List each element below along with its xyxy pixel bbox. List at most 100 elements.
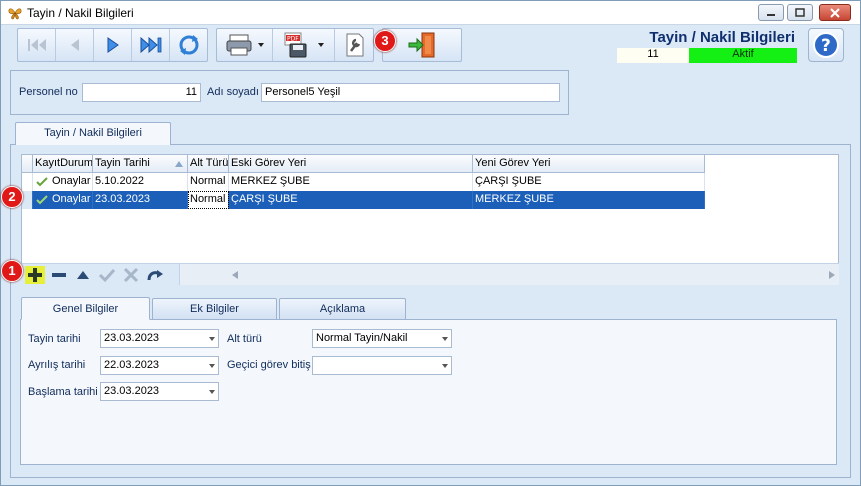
help-icon: ? — [813, 32, 839, 58]
svg-text:?: ? — [821, 36, 831, 56]
type-cell: Normal — [188, 191, 229, 209]
annotation-badge-1: 1 — [1, 260, 23, 282]
settings-button[interactable] — [335, 29, 375, 61]
tayin-date-value: 23.03.2023 — [104, 332, 160, 344]
column-header-new-place[interactable]: Yeni Görev Yeri — [473, 155, 705, 173]
start-date-value: 23.03.2023 — [104, 385, 160, 397]
dropdown-arrow-icon — [442, 364, 448, 368]
first-icon — [27, 39, 46, 51]
status-text: Onaylar — [52, 193, 91, 205]
column-header-old-place[interactable]: Eski Görev Yeri — [229, 155, 473, 173]
status-cell: Onaylar — [33, 173, 93, 191]
personnel-no-label: Personel no — [19, 86, 78, 98]
tab-tayin-nakil[interactable]: Tayin / Nakil Bilgileri — [15, 122, 171, 145]
tab-description[interactable]: Açıklama — [279, 298, 406, 319]
help-button[interactable]: ? — [808, 28, 844, 62]
minus-icon — [52, 273, 66, 277]
subtype-value: Normal Tayin/Nakil — [316, 332, 408, 344]
refresh-button[interactable] — [170, 29, 208, 61]
close-icon — [830, 7, 840, 18]
type-cell: Normal — [188, 173, 229, 191]
title-bar: Tayin / Nakil Bilgileri — [1, 1, 860, 25]
dropdown-arrow-icon — [442, 337, 448, 341]
row-indicator — [22, 173, 33, 191]
next-record-button[interactable] — [94, 29, 132, 61]
redo-button[interactable] — [145, 266, 165, 284]
tab-extra[interactable]: Ek Bilgiler — [152, 298, 277, 319]
last-icon — [140, 36, 161, 54]
maximize-icon — [795, 7, 805, 17]
minimize-icon — [767, 13, 775, 16]
pdf-save-icon: PDF — [284, 32, 324, 58]
output-toolbar: PDF — [216, 28, 374, 62]
old-place-cell: ÇARŞI ŞUBE — [229, 191, 473, 209]
maximize-button[interactable] — [787, 4, 813, 21]
check-icon — [98, 268, 116, 283]
column-header-date-label: Tayin Tarihi — [95, 157, 150, 169]
export-pdf-button[interactable]: PDF — [273, 29, 335, 61]
window-title: Tayin / Nakil Bilgileri — [27, 6, 134, 20]
temp-duty-end-select[interactable] — [312, 356, 452, 375]
close-button[interactable] — [819, 4, 851, 21]
dropdown-arrow-icon — [209, 390, 215, 394]
temp-duty-end-label: Geçici görev bitiş — [227, 359, 311, 371]
departure-date-label: Ayrılış tarihi — [28, 359, 86, 371]
column-header-type[interactable]: Alt Türü — [188, 155, 229, 173]
remove-row-button[interactable] — [49, 266, 69, 284]
last-record-button[interactable] — [132, 29, 170, 61]
full-name-field[interactable]: Personel5 Yeşil — [261, 83, 560, 102]
sort-ascending-icon — [175, 161, 183, 167]
date-cell: 5.10.2022 — [93, 173, 188, 191]
cancel-button[interactable] — [121, 266, 141, 284]
redo-icon — [147, 270, 163, 281]
row-indicator-header — [22, 155, 33, 173]
column-header-status[interactable]: KayıtDurum — [33, 155, 93, 173]
previous-record-button[interactable] — [56, 29, 94, 61]
status-cell: Onaylar — [33, 191, 93, 209]
tab-general[interactable]: Genel Bilgiler — [21, 297, 150, 320]
horizontal-scrollbar[interactable] — [179, 264, 839, 285]
person-panel: Personel no 11 Adı soyadı Personel5 Yeşi… — [10, 70, 569, 115]
column-header-date[interactable]: Tayin Tarihi — [93, 155, 188, 173]
full-name-label: Adı soyadı — [207, 86, 259, 98]
print-button[interactable] — [217, 29, 273, 61]
printer-icon — [226, 34, 264, 56]
subtype-label: Alt türü — [227, 333, 262, 345]
record-number: 11 — [617, 48, 689, 63]
svg-text:PDF: PDF — [287, 36, 299, 43]
tayin-date-label: Tayin tarihi — [28, 333, 81, 345]
table-row-selected[interactable]: Onaylar 23.03.2023 Normal ÇARŞI ŞUBE MER… — [22, 191, 705, 209]
row-indicator — [22, 191, 33, 209]
butterfly-icon — [8, 8, 22, 20]
plus-icon — [28, 268, 42, 282]
checkmark-icon — [36, 195, 48, 205]
new-place-cell: ÇARŞI ŞUBE — [473, 173, 705, 191]
minimize-button[interactable] — [758, 4, 784, 21]
annotation-badge-3: 3 — [374, 30, 396, 52]
arrow-up-icon — [77, 271, 89, 279]
status-badge: Aktif — [689, 48, 797, 63]
navigation-toolbar — [17, 28, 208, 62]
dropdown-arrow-icon — [209, 364, 215, 368]
departure-date-value: 22.03.2023 — [104, 359, 160, 371]
personnel-no-field[interactable]: 11 — [82, 83, 201, 102]
main-window: Tayin / Nakil Bilgileri PDF Tayin / Naki… — [0, 0, 861, 486]
subtype-select[interactable]: Normal Tayin/Nakil — [312, 329, 452, 348]
move-up-button[interactable] — [73, 266, 93, 284]
grid-header: KayıtDurum Tayin Tarihi Alt Türü Eski Gö… — [22, 155, 705, 173]
annotation-badge-2: 2 — [1, 186, 23, 208]
checkmark-icon — [36, 177, 48, 187]
status-text: Onaylar — [52, 175, 91, 187]
departure-date-picker[interactable]: 22.03.2023 — [100, 356, 219, 375]
dropdown-arrow-icon — [209, 337, 215, 341]
scroll-right-icon[interactable] — [829, 271, 835, 279]
tayin-date-picker[interactable]: 23.03.2023 — [100, 329, 219, 348]
next-icon — [107, 37, 119, 53]
first-record-button[interactable] — [18, 29, 56, 61]
confirm-button[interactable] — [97, 266, 117, 284]
start-date-picker[interactable]: 23.03.2023 — [100, 382, 219, 401]
add-row-button[interactable] — [25, 266, 45, 284]
cross-icon — [123, 267, 139, 283]
scroll-left-icon[interactable] — [232, 271, 238, 279]
table-row[interactable]: Onaylar 5.10.2022 Normal MERKEZ ŞUBE ÇAR… — [22, 173, 705, 191]
